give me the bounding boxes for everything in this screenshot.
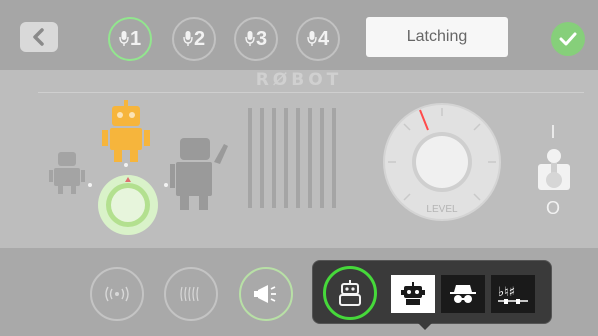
toggle-switch[interactable]	[536, 148, 572, 192]
voice-option-spy[interactable]	[441, 275, 485, 313]
robot-icon	[339, 280, 361, 306]
checkmark-icon	[559, 32, 577, 46]
svg-text:♭♮♯: ♭♮♯	[498, 285, 515, 300]
level-meter	[248, 108, 336, 208]
mic-channel-label: 4	[317, 27, 330, 50]
broadcast-button[interactable]	[90, 267, 144, 321]
popup-pointer	[418, 323, 432, 330]
mic-channel-label: 2	[193, 27, 206, 50]
voice-effect-popup: ♭♮♯	[312, 260, 552, 330]
mic-channel-3-button[interactable]: 3	[234, 17, 278, 61]
back-button[interactable]	[20, 22, 58, 52]
robot-icon	[401, 282, 425, 305]
mic-channel-1-button[interactable]: 1	[108, 17, 152, 61]
latching-button[interactable]: Latching	[366, 17, 508, 57]
voice-option-pitch-shift[interactable]: ♭♮♯	[491, 275, 535, 313]
microphone-icon	[119, 31, 129, 46]
section-title: RØBOT	[255, 70, 343, 90]
robot-selector-knob[interactable]	[98, 175, 158, 235]
broadcast-icon	[105, 286, 129, 302]
voice-option-robot[interactable]	[391, 275, 435, 313]
top-bar: 1 2 3 4 Latching	[0, 0, 598, 70]
megaphone-button[interactable]	[239, 267, 293, 321]
mic-channel-2-button[interactable]: 2	[172, 17, 216, 61]
confirm-button[interactable]	[551, 22, 585, 56]
microphone-icon	[245, 31, 255, 46]
level-label: LEVEL	[426, 204, 458, 215]
wave-icon	[180, 286, 199, 302]
robot-icon[interactable]	[170, 138, 228, 210]
spy-icon	[450, 285, 476, 303]
microphone-icon	[307, 31, 317, 46]
toggle-off-label: O	[545, 198, 560, 218]
mic-channel-label: 1	[129, 27, 142, 50]
robot-icon[interactable]	[102, 100, 150, 162]
pitch-shift-icon: ♭♮♯	[498, 285, 528, 304]
toggle-on-label: I	[550, 122, 556, 142]
mic-channel-label: 3	[255, 27, 268, 50]
divider	[38, 92, 584, 93]
level-knob[interactable]: LEVEL	[380, 100, 504, 224]
wave-button[interactable]	[164, 267, 218, 321]
robot-selector	[49, 100, 228, 235]
chevron-left-icon	[33, 28, 44, 46]
robot-icon[interactable]	[49, 152, 85, 194]
current-voice-robot-button[interactable]	[323, 266, 377, 320]
mic-channel-4-button[interactable]: 4	[296, 17, 340, 61]
microphone-icon	[183, 31, 193, 46]
megaphone-icon	[254, 285, 276, 303]
